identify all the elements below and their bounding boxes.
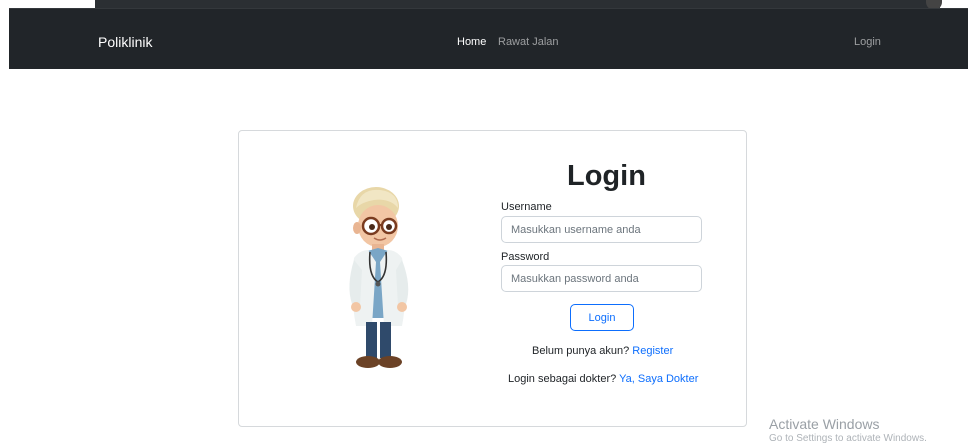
doctor-illustration bbox=[349, 187, 409, 368]
activate-windows-title: Activate Windows bbox=[769, 416, 880, 432]
username-label: Username bbox=[501, 201, 552, 213]
login-title: Login bbox=[567, 160, 646, 192]
browser-top-strip bbox=[95, 0, 940, 8]
register-line: Belum punya akun? Register bbox=[532, 345, 673, 357]
login-button[interactable]: Login bbox=[570, 304, 634, 331]
navbar: Poliklinik Home Rawat Jalan Login bbox=[9, 8, 968, 69]
password-input[interactable] bbox=[501, 265, 702, 292]
nav-login-link[interactable]: Login bbox=[854, 36, 881, 48]
activate-windows-subtitle: Go to Settings to activate Windows. bbox=[769, 433, 927, 444]
doctor-login-prompt: Login sebagai dokter? bbox=[508, 373, 617, 385]
doctor-login-link[interactable]: Ya, Saya Dokter bbox=[619, 373, 698, 385]
doctor-login-line: Login sebagai dokter? Ya, Saya Dokter bbox=[508, 373, 698, 385]
password-label: Password bbox=[501, 251, 550, 263]
register-link[interactable]: Register bbox=[632, 345, 673, 357]
username-input[interactable] bbox=[501, 216, 702, 243]
nav-item-home[interactable]: Home bbox=[457, 36, 486, 48]
navbar-brand[interactable]: Poliklinik bbox=[98, 34, 152, 50]
nav-item-rawat-jalan[interactable]: Rawat Jalan bbox=[498, 36, 559, 48]
register-prompt: Belum punya akun? bbox=[532, 345, 630, 357]
